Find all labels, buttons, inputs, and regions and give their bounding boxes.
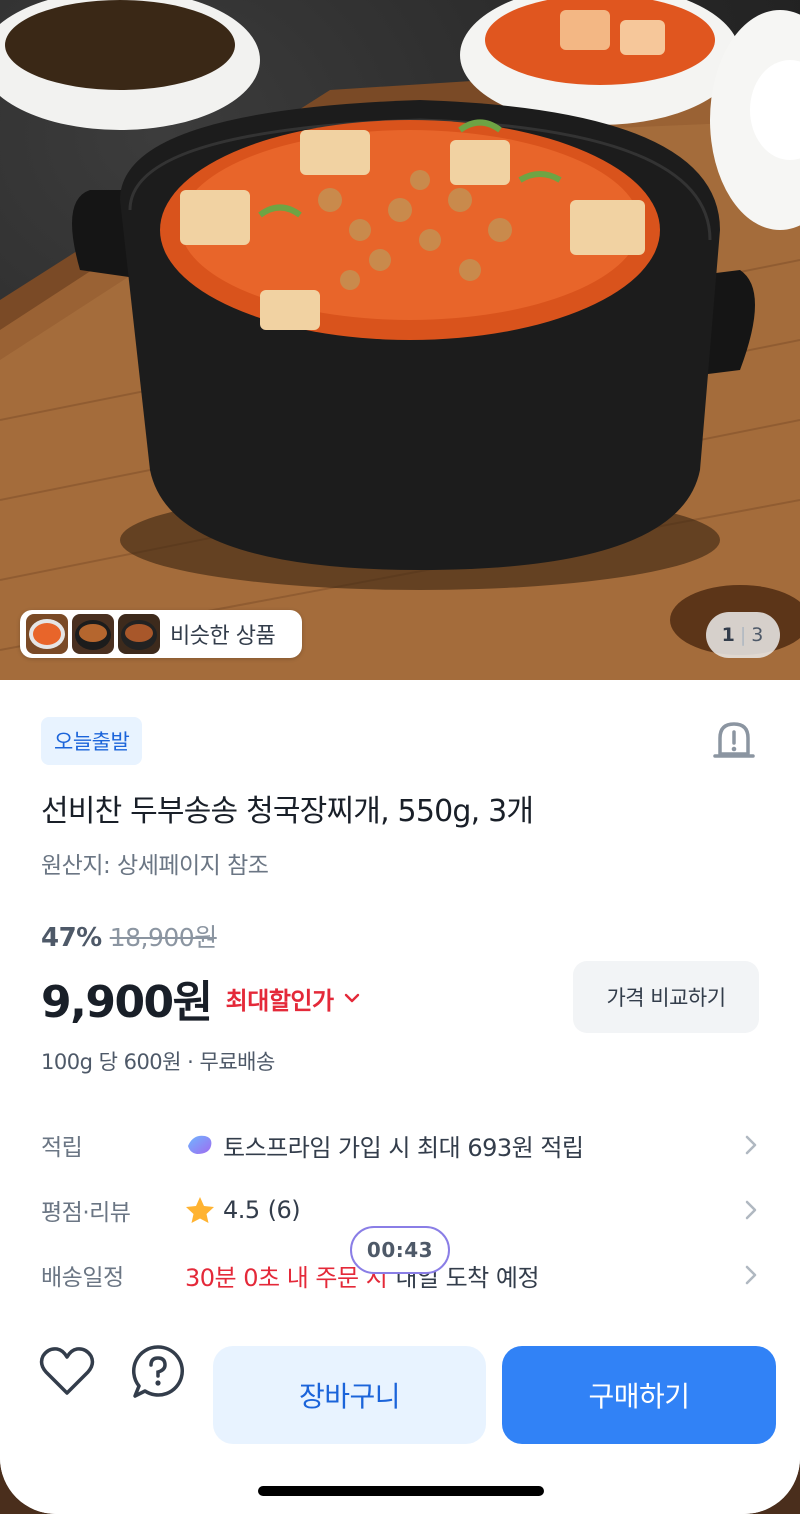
product-detail-sheet: 오늘출발 선비찬 두부송송 청국장찌개, 550g, 3개 원산지: 상세페이지… [0,680,800,1514]
points-row[interactable]: 적립 토스프라임 가입 시 최대 693원 적립 [41,1120,761,1170]
similar-thumb [118,614,160,654]
question-bubble-icon [131,1345,184,1398]
star-icon [186,1197,214,1223]
similar-thumb [26,614,68,654]
home-indicator[interactable] [258,1486,544,1496]
max-discount-label: 최대할인가 [225,986,334,1015]
countdown-timer-pill: 00:43 [350,1226,450,1274]
report-button[interactable] [708,714,760,766]
image-pager: 1 | 3 [706,612,780,658]
pager-total: 3 [751,624,765,646]
unit-price-shipping: 100g 당 600원 · 무료배송 [41,1050,275,1074]
heart-icon [39,1347,95,1395]
original-price: 18,900원 [109,923,217,952]
today-shipping-badge: 오늘출발 [41,717,143,765]
discount-row: 47% 18,900원 [41,918,217,954]
delivery-value-wrap: 30분 0초 내 주문 시 내일 도착 예정 [185,1258,741,1293]
price-row: 9,900원 최대할인가 [41,966,360,1030]
stew-photo [0,0,800,680]
similar-products-button[interactable]: 비슷한 상품 [20,610,302,658]
delivery-label: 배송일정 [41,1265,124,1291]
chevron-right-icon [741,1135,761,1155]
product-title: 선비찬 두부송송 청국장찌개, 550g, 3개 [41,794,534,829]
product-image[interactable]: 비슷한 상품 1 | 3 [0,0,800,680]
max-discount-toggle[interactable]: 최대할인가 [226,981,360,1016]
similar-thumb [72,614,114,654]
discount-rate: 47% [41,923,102,953]
add-to-cart-button[interactable]: 장바구니 [213,1346,486,1444]
buy-now-button[interactable]: 구매하기 [502,1346,776,1444]
rating-label: 평점·리뷰 [41,1200,131,1226]
points-label: 적립 [41,1135,83,1161]
rating-count: (6) [267,1196,301,1224]
sale-price: 9,900원 [41,977,213,1028]
points-value-wrap: 토스프라임 가입 시 최대 693원 적립 [185,1128,741,1163]
rating-value-wrap: 4.5 (6) [185,1196,741,1224]
price-compare-button[interactable]: 가격 비교하기 [573,961,759,1033]
chevron-down-icon [344,993,359,1003]
wishlist-button[interactable] [37,1342,97,1402]
alert-bell-icon [713,722,755,758]
pager-separator: | [739,624,748,646]
inquiry-button[interactable] [128,1342,188,1402]
product-origin: 원산지: 상세페이지 참조 [41,853,269,879]
chevron-right-icon [741,1265,761,1285]
pager-current: 1 [721,624,736,646]
points-value: 토스프라임 가입 시 최대 693원 적립 [223,1133,584,1162]
rating-score: 4.5 [223,1196,260,1224]
chevron-right-icon [741,1200,761,1220]
similar-products-label: 비슷한 상품 [170,624,276,649]
toss-prime-icon [188,1135,212,1154]
bottom-action-bar: 장바구니 구매하기 [0,1320,800,1514]
